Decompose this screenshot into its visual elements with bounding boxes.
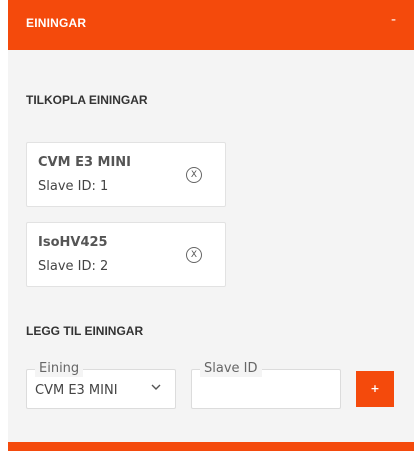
unit-card: CVM E3 MINI Slave ID: 1 X xyxy=(26,142,226,207)
add-units-heading: LEGG TIL EININGAR xyxy=(26,324,144,338)
add-unit-button[interactable]: + xyxy=(356,371,394,407)
unit-slave-id: Slave ID: 2 xyxy=(38,259,109,274)
unit-name: IsoHV425 xyxy=(38,235,108,250)
remove-unit-icon[interactable]: X xyxy=(186,167,202,183)
collapse-button[interactable]: - xyxy=(391,12,396,28)
unit-select-label: Eining xyxy=(35,361,84,377)
footer-accent-bar xyxy=(8,442,414,451)
panel-title: EININGAR xyxy=(26,16,87,30)
remove-unit-icon[interactable]: X xyxy=(186,247,202,263)
chevron-down-icon xyxy=(151,384,161,390)
connected-units-heading: TILKOPLA EININGAR xyxy=(26,93,148,107)
unit-select[interactable]: Eining CVM E3 MINI xyxy=(26,361,176,409)
unit-name: CVM E3 MINI xyxy=(38,155,132,170)
slave-id-input[interactable]: Slave ID xyxy=(191,361,341,409)
slave-id-label: Slave ID xyxy=(200,361,262,377)
unit-card: IsoHV425 Slave ID: 2 X xyxy=(26,222,226,287)
units-panel: EININGAR - TILKOPLA EININGAR CVM E3 MINI… xyxy=(8,0,414,451)
panel-header[interactable]: EININGAR - xyxy=(8,0,414,50)
unit-select-value: CVM E3 MINI xyxy=(35,383,118,398)
unit-slave-id: Slave ID: 1 xyxy=(38,179,109,194)
